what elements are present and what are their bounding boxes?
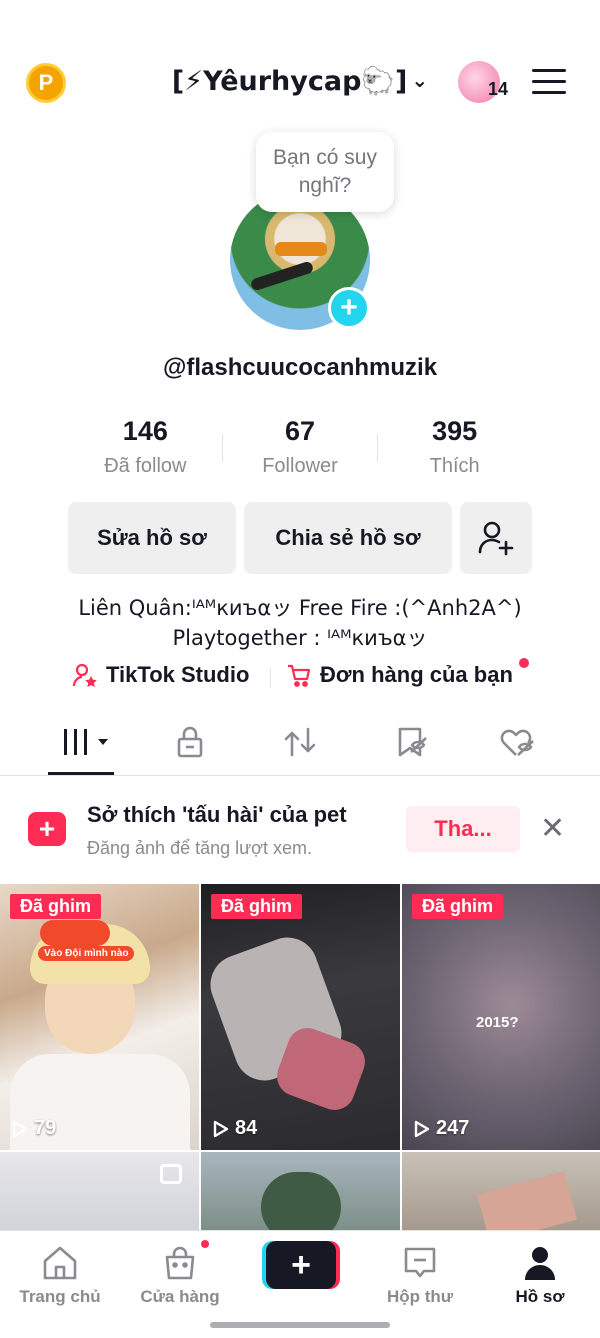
orders-link[interactable]: Đơn hàng của bạn (286, 662, 513, 688)
repost-icon (284, 727, 316, 757)
play-icon (12, 1120, 28, 1137)
link-divider (270, 668, 271, 688)
profile-icon (525, 1247, 555, 1280)
banner-subtitle: Đăng ảnh để tăng lượt xem. (87, 838, 312, 858)
stat-likes-value: 395 (432, 416, 478, 446)
sticker-shape (40, 920, 110, 946)
shop-notification-dot (199, 1238, 211, 1250)
account-switcher[interactable]: [⚡Yêurhycap🐑] ⌄ (0, 65, 600, 97)
home-icon (43, 1246, 77, 1280)
thought-bubble[interactable]: Bạn có suy nghĩ? (256, 132, 394, 212)
video-overlay-text: 2015? (476, 1014, 519, 1031)
banner-title: Sở thích 'tấu hài' của pet (87, 802, 347, 827)
stat-following[interactable]: 146 Đã follow (68, 416, 223, 486)
video-thumbnail[interactable]: Đã ghim 84 (201, 884, 400, 1150)
thumbnail-tree (261, 1172, 341, 1232)
profile-stats: 146 Đã follow 67 Follower 395 Thích (68, 416, 532, 486)
nav-profile-label: Hồ sơ (515, 1287, 565, 1306)
play-icon (414, 1120, 430, 1137)
bio-line: Playtogether : ᴵᴬᴹкиъαッ (172, 626, 428, 650)
stat-likes-label: Thích (429, 455, 480, 477)
stat-divider (222, 434, 223, 462)
nav-profile[interactable]: Hồ sơ (485, 1243, 595, 1307)
tab-private[interactable] (170, 724, 210, 760)
friends-count: 14 (488, 79, 509, 99)
play-icon (213, 1120, 229, 1137)
suggestion-banner: + Sở thích 'tấu hài' của pet Đăng ảnh để… (0, 788, 600, 872)
account-username: [⚡Yêurhycap🐑] (171, 66, 408, 97)
tab-videos[interactable] (60, 724, 112, 760)
pinned-badge: Đã ghim (10, 894, 102, 919)
view-count-value: 79 (34, 1117, 57, 1139)
video-thumbnail[interactable]: Vào Đội mình nào Đã ghim 79 (0, 884, 199, 1150)
hidden-heart-icon (500, 729, 534, 756)
nav-home[interactable]: Trang chủ (5, 1243, 115, 1307)
edit-profile-button[interactable]: Sửa hồ sơ (68, 502, 236, 574)
video-thumbnail[interactable]: 2015? Đã ghim 247 (402, 884, 600, 1150)
tab-reposts[interactable] (280, 724, 320, 760)
bio-line: Liên Quân:ᴵᴬᴹкиъαッ Free Fire :(^Anh2A^) (78, 596, 522, 620)
add-photo-icon: + (28, 812, 66, 846)
banner-cta-button[interactable]: Tha... (406, 806, 520, 852)
stat-followers[interactable]: 67 Follower (223, 416, 378, 486)
add-friend-button[interactable] (460, 502, 532, 574)
tab-favorites[interactable] (392, 724, 432, 760)
content-tabs (0, 712, 600, 776)
orders-label: Đơn hàng của bạn (320, 662, 513, 687)
thumbnail-shape (477, 1171, 577, 1232)
lock-icon (177, 726, 203, 758)
studio-icon (72, 663, 97, 687)
multi-photo-icon (160, 1164, 182, 1184)
view-count: 247 (414, 1117, 469, 1140)
grid-icon (64, 729, 108, 755)
stat-following-label: Đã follow (104, 455, 187, 477)
nav-shop-label: Cửa hàng (140, 1287, 220, 1306)
home-indicator (210, 1322, 390, 1328)
view-count-value: 247 (436, 1117, 470, 1139)
cart-icon (288, 664, 311, 687)
profile-handle: @flashcuucocanhmuzik (162, 354, 438, 381)
video-thumbnail[interactable] (0, 1152, 199, 1232)
nav-shop[interactable]: Cửa hàng (125, 1243, 235, 1307)
stat-followers-value: 67 (284, 416, 316, 446)
pinned-badge: Đã ghim (412, 894, 504, 919)
stat-following-value: 146 (122, 416, 168, 446)
video-overlay-text: Vào Đội mình nào (38, 946, 135, 961)
stat-followers-label: Follower (262, 455, 338, 477)
hamburger-menu-icon[interactable] (532, 69, 566, 95)
video-thumbnail[interactable] (201, 1152, 400, 1232)
stat-divider (377, 434, 378, 462)
create-button[interactable]: + (266, 1241, 336, 1289)
nav-inbox-label: Hộp thư (386, 1287, 454, 1306)
tab-liked[interactable] (498, 724, 538, 760)
stat-likes[interactable]: 395 Thích (377, 416, 532, 486)
view-count: 84 (213, 1117, 257, 1140)
notification-dot (519, 658, 529, 668)
video-thumbnail[interactable] (402, 1152, 600, 1232)
chevron-down-icon: ⌄ (411, 68, 429, 92)
tiktok-studio-link[interactable]: TikTok Studio (72, 662, 249, 688)
view-count-value: 84 (235, 1117, 258, 1139)
tiktok-studio-label: TikTok Studio (106, 662, 250, 687)
add-story-icon[interactable]: + (328, 287, 370, 329)
pinned-badge: Đã ghim (211, 894, 303, 919)
close-icon[interactable]: ✕ (540, 814, 565, 844)
view-count: 79 (12, 1117, 56, 1140)
shopping-bag-icon (165, 1246, 195, 1280)
share-profile-button[interactable]: Chia sẻ hồ sơ (244, 502, 452, 574)
inbox-icon (404, 1247, 436, 1278)
nav-inbox[interactable]: Hộp thư (365, 1243, 475, 1307)
active-tab-indicator (48, 772, 114, 775)
top-bar: P [⚡Yêurhycap🐑] ⌄ 14 (0, 55, 600, 111)
hidden-bookmark-icon (398, 727, 427, 757)
nav-home-label: Trang chủ (19, 1287, 101, 1306)
profile-links: TikTok Studio Đơn hàng của bạn (0, 658, 600, 694)
add-user-icon (478, 521, 514, 556)
